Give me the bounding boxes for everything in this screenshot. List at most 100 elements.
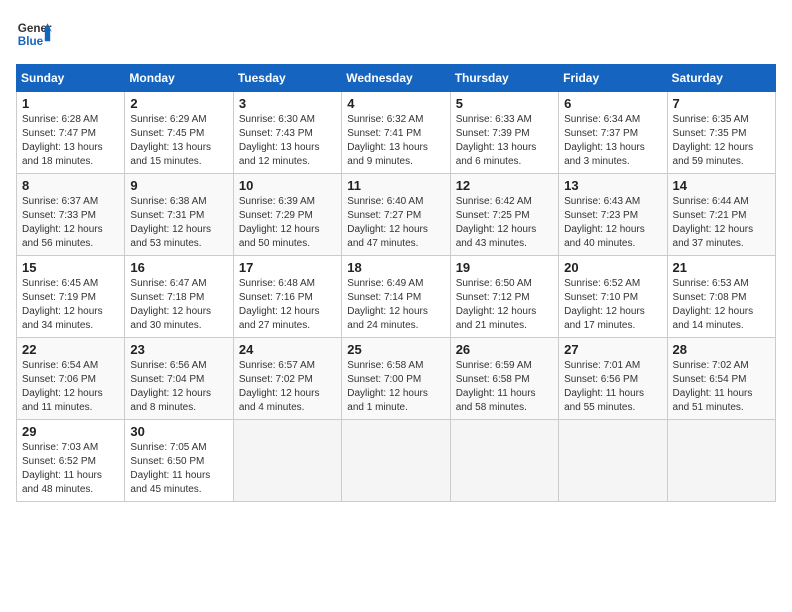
day-number: 29 [22, 424, 119, 439]
calendar-week-row: 29 Sunrise: 7:03 AM Sunset: 6:52 PM Dayli… [17, 420, 776, 502]
calendar-cell [342, 420, 450, 502]
day-info: Sunrise: 6:33 AM Sunset: 7:39 PM Dayligh… [456, 113, 553, 169]
calendar-table: SundayMondayTuesdayWednesdayThursdayFrid… [16, 64, 776, 502]
day-info: Sunrise: 6:47 AM Sunset: 7:18 PM Dayligh… [130, 277, 227, 333]
calendar-cell: 19 Sunrise: 6:50 AM Sunset: 7:12 PM Dayli… [450, 256, 558, 338]
day-info: Sunrise: 6:57 AM Sunset: 7:02 PM Dayligh… [239, 359, 336, 415]
day-info: Sunrise: 6:43 AM Sunset: 7:23 PM Dayligh… [564, 195, 661, 251]
day-info: Sunrise: 6:30 AM Sunset: 7:43 PM Dayligh… [239, 113, 336, 169]
day-info: Sunrise: 6:40 AM Sunset: 7:27 PM Dayligh… [347, 195, 444, 251]
day-number: 19 [456, 260, 553, 275]
calendar-cell: 2 Sunrise: 6:29 AM Sunset: 7:45 PM Daylig… [125, 92, 233, 174]
day-number: 3 [239, 96, 336, 111]
day-info: Sunrise: 6:38 AM Sunset: 7:31 PM Dayligh… [130, 195, 227, 251]
weekday-header-saturday: Saturday [667, 65, 775, 92]
calendar-week-row: 8 Sunrise: 6:37 AM Sunset: 7:33 PM Daylig… [17, 174, 776, 256]
calendar-cell: 6 Sunrise: 6:34 AM Sunset: 7:37 PM Daylig… [559, 92, 667, 174]
day-number: 22 [22, 342, 119, 357]
day-info: Sunrise: 6:28 AM Sunset: 7:47 PM Dayligh… [22, 113, 119, 169]
day-info: Sunrise: 6:44 AM Sunset: 7:21 PM Dayligh… [673, 195, 770, 251]
day-info: Sunrise: 6:58 AM Sunset: 7:00 PM Dayligh… [347, 359, 444, 415]
day-number: 11 [347, 178, 444, 193]
day-info: Sunrise: 6:50 AM Sunset: 7:12 PM Dayligh… [456, 277, 553, 333]
calendar-cell: 29 Sunrise: 7:03 AM Sunset: 6:52 PM Dayli… [17, 420, 125, 502]
calendar-cell: 4 Sunrise: 6:32 AM Sunset: 7:41 PM Daylig… [342, 92, 450, 174]
day-number: 14 [673, 178, 770, 193]
day-number: 6 [564, 96, 661, 111]
calendar-cell: 23Sunrise: 6:56 AM Sunset: 7:04 PM Dayli… [125, 338, 233, 420]
day-info: Sunrise: 7:03 AM Sunset: 6:52 PM Dayligh… [22, 441, 119, 497]
weekday-header-thursday: Thursday [450, 65, 558, 92]
weekday-header-wednesday: Wednesday [342, 65, 450, 92]
calendar-cell: 7Sunrise: 6:35 AM Sunset: 7:35 PM Daylig… [667, 92, 775, 174]
day-info: Sunrise: 6:49 AM Sunset: 7:14 PM Dayligh… [347, 277, 444, 333]
calendar-cell: 9 Sunrise: 6:38 AM Sunset: 7:31 PM Daylig… [125, 174, 233, 256]
day-info: Sunrise: 6:54 AM Sunset: 7:06 PM Dayligh… [22, 359, 119, 415]
calendar-cell: 15Sunrise: 6:45 AM Sunset: 7:19 PM Dayli… [17, 256, 125, 338]
calendar-cell: 28 Sunrise: 7:02 AM Sunset: 6:54 PM Dayli… [667, 338, 775, 420]
calendar-cell: 27Sunrise: 7:01 AM Sunset: 6:56 PM Dayli… [559, 338, 667, 420]
calendar-cell [667, 420, 775, 502]
calendar-cell: 24 Sunrise: 6:57 AM Sunset: 7:02 PM Dayli… [233, 338, 341, 420]
weekday-header-sunday: Sunday [17, 65, 125, 92]
calendar-week-row: 1 Sunrise: 6:28 AM Sunset: 7:47 PM Daylig… [17, 92, 776, 174]
calendar-cell: 20 Sunrise: 6:52 AM Sunset: 7:10 PM Dayli… [559, 256, 667, 338]
calendar-cell: 13 Sunrise: 6:43 AM Sunset: 7:23 PM Dayli… [559, 174, 667, 256]
calendar-cell: 16Sunrise: 6:47 AM Sunset: 7:18 PM Dayli… [125, 256, 233, 338]
weekday-header-friday: Friday [559, 65, 667, 92]
day-info: Sunrise: 7:02 AM Sunset: 6:54 PM Dayligh… [673, 359, 770, 415]
calendar-header-row: SundayMondayTuesdayWednesdayThursdayFrid… [17, 65, 776, 92]
day-number: 1 [22, 96, 119, 111]
calendar-week-row: 15Sunrise: 6:45 AM Sunset: 7:19 PM Dayli… [17, 256, 776, 338]
calendar-cell: 17 Sunrise: 6:48 AM Sunset: 7:16 PM Dayli… [233, 256, 341, 338]
day-number: 7 [673, 96, 770, 111]
day-number: 9 [130, 178, 227, 193]
day-number: 17 [239, 260, 336, 275]
day-info: Sunrise: 6:29 AM Sunset: 7:45 PM Dayligh… [130, 113, 227, 169]
calendar-week-row: 22 Sunrise: 6:54 AM Sunset: 7:06 PM Dayli… [17, 338, 776, 420]
day-info: Sunrise: 6:32 AM Sunset: 7:41 PM Dayligh… [347, 113, 444, 169]
calendar-cell: 10Sunrise: 6:39 AM Sunset: 7:29 PM Dayli… [233, 174, 341, 256]
day-info: Sunrise: 6:42 AM Sunset: 7:25 PM Dayligh… [456, 195, 553, 251]
calendar-cell [559, 420, 667, 502]
day-info: Sunrise: 6:53 AM Sunset: 7:08 PM Dayligh… [673, 277, 770, 333]
day-info: Sunrise: 6:52 AM Sunset: 7:10 PM Dayligh… [564, 277, 661, 333]
calendar-cell: 11 Sunrise: 6:40 AM Sunset: 7:27 PM Dayli… [342, 174, 450, 256]
day-number: 2 [130, 96, 227, 111]
calendar-cell: 3 Sunrise: 6:30 AM Sunset: 7:43 PM Daylig… [233, 92, 341, 174]
logo: General Blue [16, 16, 52, 52]
day-info: Sunrise: 6:48 AM Sunset: 7:16 PM Dayligh… [239, 277, 336, 333]
day-number: 5 [456, 96, 553, 111]
day-number: 21 [673, 260, 770, 275]
calendar-cell: 18 Sunrise: 6:49 AM Sunset: 7:14 PM Dayli… [342, 256, 450, 338]
calendar-cell [233, 420, 341, 502]
calendar-cell: 25 Sunrise: 6:58 AM Sunset: 7:00 PM Dayli… [342, 338, 450, 420]
day-number: 27 [564, 342, 661, 357]
day-info: Sunrise: 6:39 AM Sunset: 7:29 PM Dayligh… [239, 195, 336, 251]
day-number: 25 [347, 342, 444, 357]
day-info: Sunrise: 6:37 AM Sunset: 7:33 PM Dayligh… [22, 195, 119, 251]
day-number: 20 [564, 260, 661, 275]
day-number: 28 [673, 342, 770, 357]
calendar-cell: 12 Sunrise: 6:42 AM Sunset: 7:25 PM Dayli… [450, 174, 558, 256]
day-info: Sunrise: 6:34 AM Sunset: 7:37 PM Dayligh… [564, 113, 661, 169]
svg-text:Blue: Blue [18, 35, 44, 48]
calendar-cell: 14 Sunrise: 6:44 AM Sunset: 7:21 PM Dayli… [667, 174, 775, 256]
day-number: 12 [456, 178, 553, 193]
day-number: 30 [130, 424, 227, 439]
day-number: 13 [564, 178, 661, 193]
day-number: 26 [456, 342, 553, 357]
logo-icon: General Blue [16, 16, 52, 52]
day-info: Sunrise: 7:05 AM Sunset: 6:50 PM Dayligh… [130, 441, 227, 497]
calendar-cell: 21 Sunrise: 6:53 AM Sunset: 7:08 PM Dayli… [667, 256, 775, 338]
day-number: 8 [22, 178, 119, 193]
day-number: 24 [239, 342, 336, 357]
calendar-cell: 30 Sunrise: 7:05 AM Sunset: 6:50 PM Dayli… [125, 420, 233, 502]
day-number: 18 [347, 260, 444, 275]
day-number: 4 [347, 96, 444, 111]
day-info: Sunrise: 6:56 AM Sunset: 7:04 PM Dayligh… [130, 359, 227, 415]
calendar-cell: 8 Sunrise: 6:37 AM Sunset: 7:33 PM Daylig… [17, 174, 125, 256]
day-info: Sunrise: 6:59 AM Sunset: 6:58 PM Dayligh… [456, 359, 553, 415]
weekday-header-monday: Monday [125, 65, 233, 92]
calendar-cell [450, 420, 558, 502]
